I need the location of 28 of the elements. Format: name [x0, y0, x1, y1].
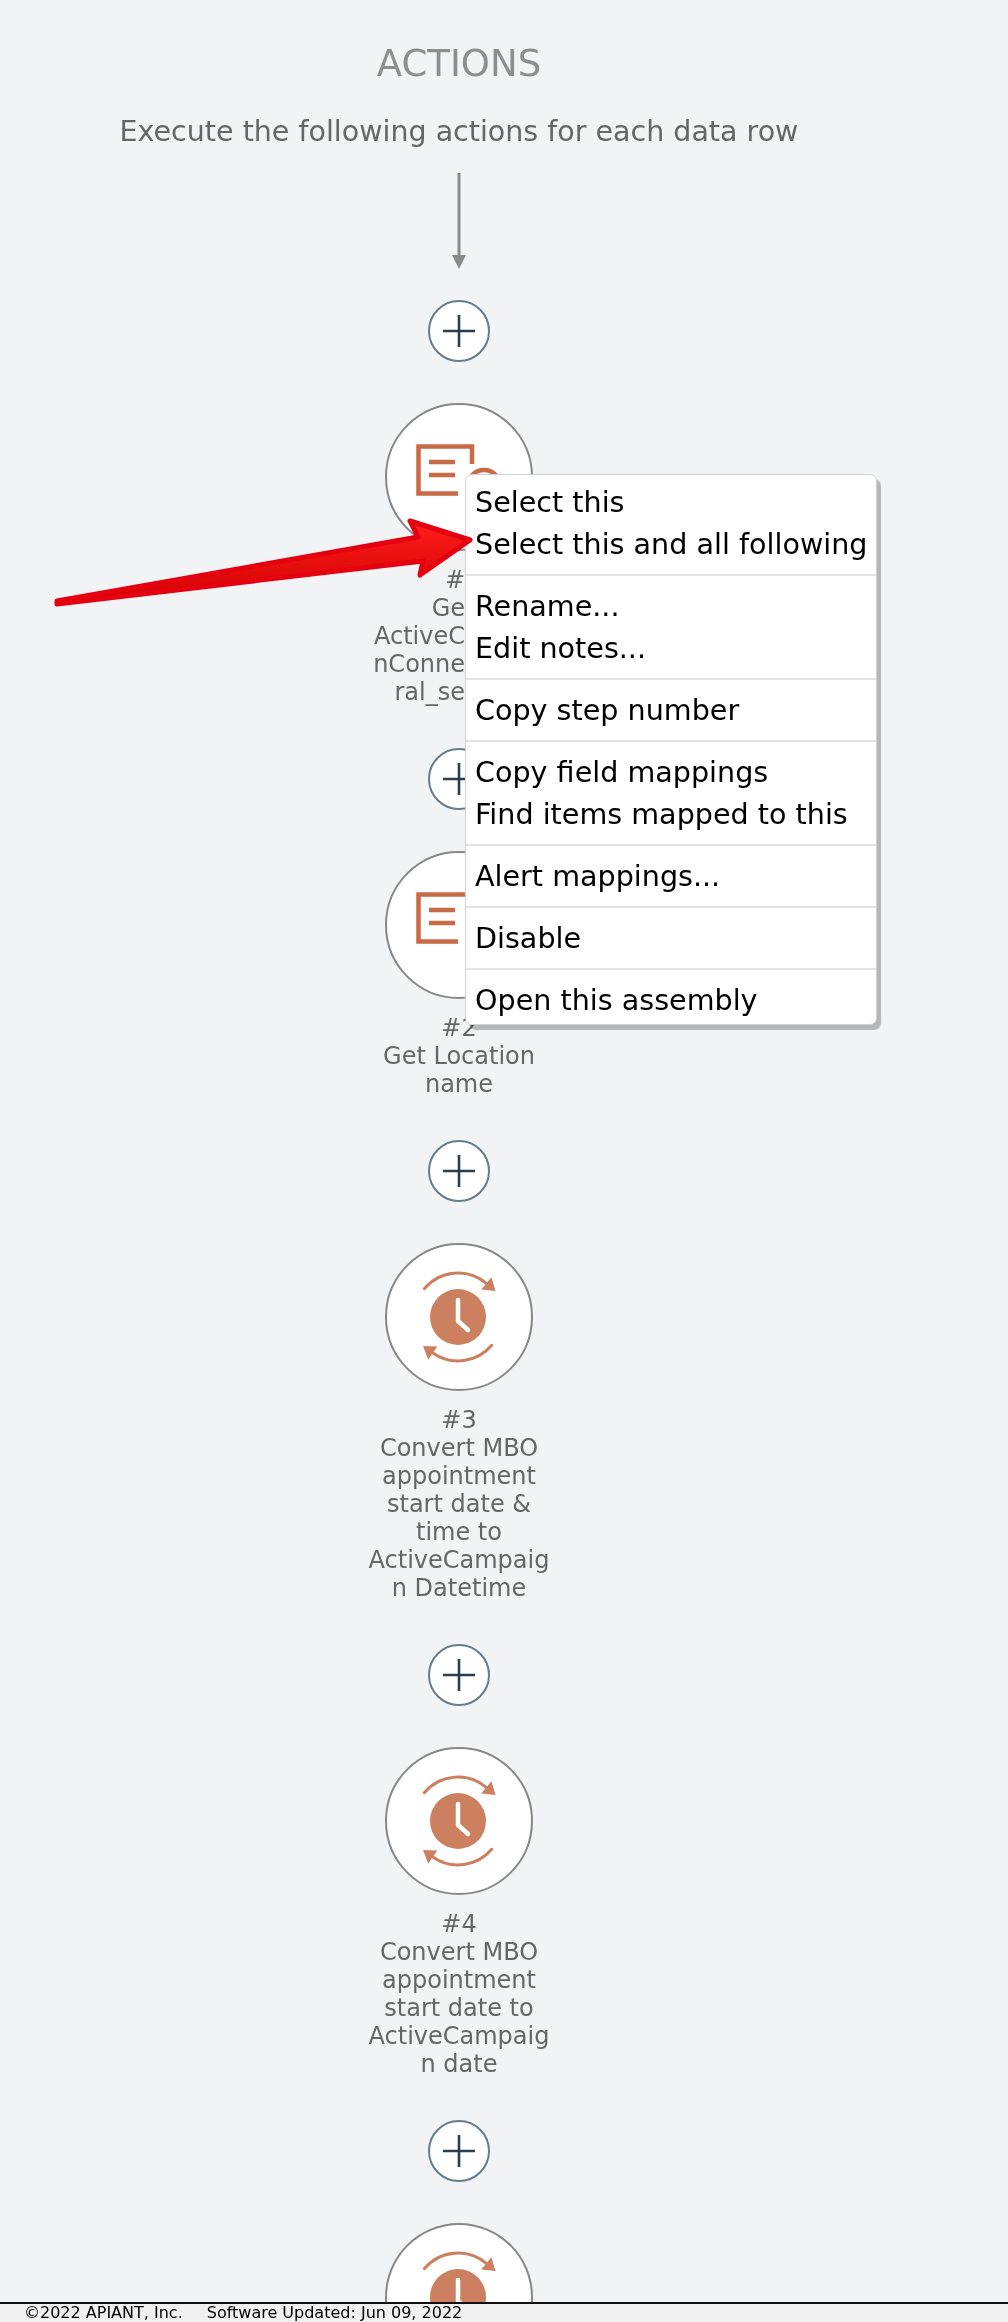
step-number: #4	[441, 1910, 477, 1938]
menu-item[interactable]: Disable	[466, 917, 876, 959]
menu-item[interactable]: Select this	[466, 481, 876, 523]
section-subtitle: Execute the following actions for each data row	[119, 115, 799, 149]
step-title: Ge ActiveC nConne ral_se	[373, 594, 465, 706]
clock-sync-icon	[421, 1270, 497, 1364]
menu-item[interactable]: Rename...	[466, 585, 876, 627]
menu-item[interactable]: Find items mapped to this	[466, 793, 876, 835]
step-title: Convert MBO appointment start date & time to ActiveCampaig n Datetime	[368, 1434, 550, 1602]
copyright-text: ©2022 APIANT, Inc.	[24, 2304, 183, 2322]
step-title: Get Location name	[383, 1042, 535, 1098]
plus-icon	[443, 2135, 475, 2167]
menu-item[interactable]: Open this assembly	[466, 979, 876, 1021]
plus-icon	[443, 1155, 475, 1187]
clock-sync-icon	[421, 1774, 497, 1868]
plus-icon	[443, 1659, 475, 1691]
section-title: ACTIONS	[376, 42, 542, 86]
menu-item[interactable]: Edit notes...	[466, 627, 876, 669]
step-number: #	[444, 566, 465, 594]
menu-item[interactable]: Alert mappings...	[466, 855, 876, 897]
plus-icon	[443, 315, 475, 347]
step-title: Convert MBO appointment start date to ActiveCampaig n date	[368, 1938, 550, 2078]
menu-item[interactable]: Select this and all following	[466, 523, 876, 565]
menu-item[interactable]: Copy step number	[466, 689, 876, 731]
clock-sync-icon	[421, 2250, 497, 2302]
update-date-text: Software Updated: Jun 09, 2022	[206, 2304, 463, 2322]
menu-item[interactable]: Copy field mappings	[466, 751, 876, 793]
step-number: #3	[441, 1406, 477, 1434]
